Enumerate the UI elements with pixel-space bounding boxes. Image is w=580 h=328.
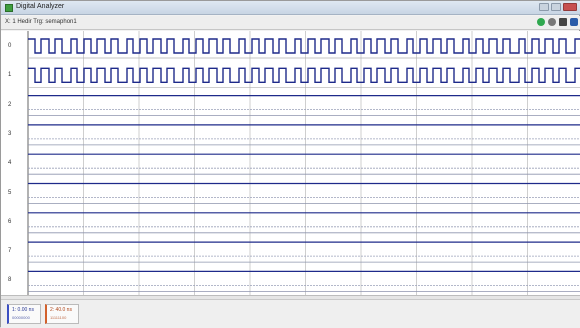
analyzer-window: Digital Analyzer X: 1 Hedir Trg: semapho…	[0, 0, 580, 328]
cursor-1-readout[interactable]: 1: 0.00 ns 00000000	[7, 304, 41, 324]
cursor-2-time: 2: 40.0 ns	[50, 307, 72, 313]
channel-waveform[interactable]	[28, 67, 580, 83]
app-icon	[5, 4, 13, 12]
cursor-2-readout[interactable]: 2: 40.0 ns 11111100	[45, 304, 79, 324]
help-icon[interactable]	[570, 18, 578, 26]
waveform-canvas[interactable]	[1, 31, 580, 295]
channel-label: 8	[8, 277, 12, 284]
channel-label: 0	[8, 43, 12, 49]
maximize-icon[interactable]	[551, 3, 561, 11]
title-bar: Digital Analyzer	[1, 1, 580, 15]
close-icon[interactable]	[563, 3, 577, 11]
mode-text: X: 1 Hedir Trg: semaphon1	[5, 19, 77, 25]
channel-waveform[interactable]	[28, 38, 580, 54]
window-controls	[539, 3, 577, 11]
cursor-1-value: 00000000	[12, 315, 30, 320]
channel-label: 1	[8, 72, 12, 79]
cursor-2-value: 11111100	[50, 315, 67, 320]
channel-label: 7	[8, 248, 12, 255]
tool-icons	[537, 18, 578, 26]
channel-label: 5	[8, 189, 12, 196]
channel-label: 3	[8, 130, 12, 137]
status-footer: 1: 0.00 ns 00000000 2: 40.0 ns 11111100	[1, 299, 580, 328]
window-title: Digital Analyzer	[16, 3, 65, 10]
toolbar: X: 1 Hedir Trg: semaphon1	[1, 16, 580, 30]
channel-label: 4	[8, 160, 12, 167]
channel-label: 2	[8, 101, 12, 108]
record-icon[interactable]	[548, 18, 556, 26]
minimize-icon[interactable]	[539, 3, 549, 11]
run-icon[interactable]	[537, 18, 545, 26]
stop-icon[interactable]	[559, 18, 567, 26]
cursor-1-time: 1: 0.00 ns	[12, 307, 34, 313]
waveform-area[interactable]: 0 1 2 3 4 5 6 7 8	[1, 31, 580, 295]
channel-label: 6	[8, 218, 12, 225]
